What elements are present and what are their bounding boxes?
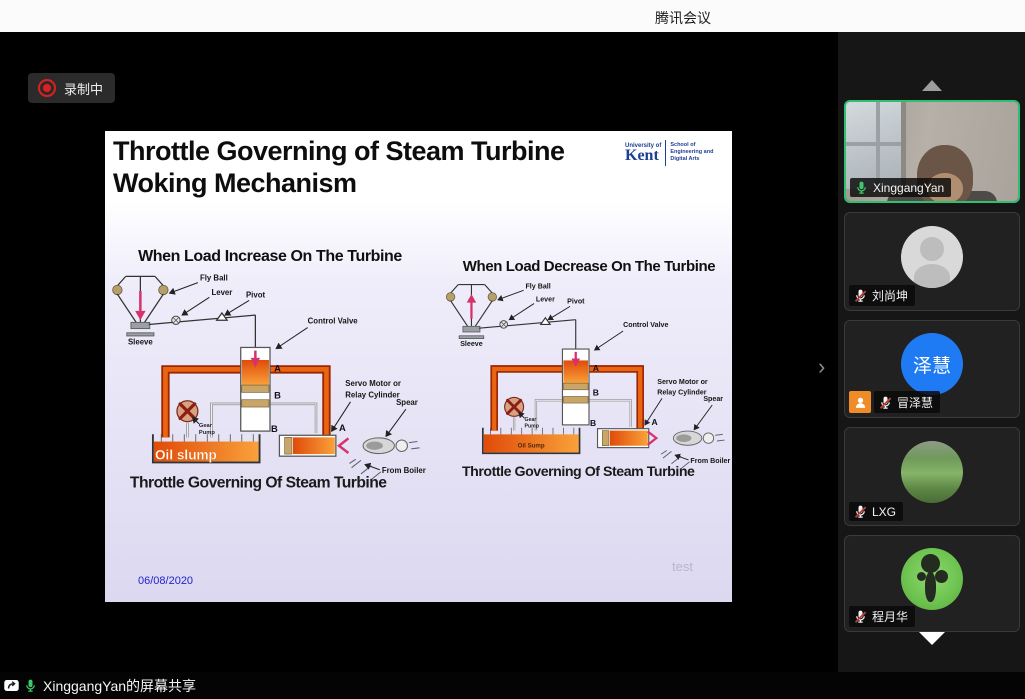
share-status-bar: XinggangYan的屏幕共享 (0, 672, 1025, 699)
svg-text:Relay Cylinder: Relay Cylinder (345, 391, 399, 400)
avatar (901, 548, 963, 610)
svg-text:A: A (339, 422, 346, 433)
steam-turbine-diagram: Sleeve Fly Ball Lever Pivot Control Valv… (443, 277, 732, 482)
screen-share-stage: 录制中 Throttle Governing of Steam Turbine … (0, 32, 838, 672)
participant-name: 冒泽慧 (897, 394, 933, 411)
svg-text:Sleeve: Sleeve (128, 337, 153, 346)
svg-text:Throttle Governing Of Steam Tu: Throttle Governing Of Steam Turbine (462, 464, 695, 480)
steam-turbine-diagram: Sleeve Fly Ball Lever Pivot Control Valv… (109, 268, 431, 494)
participant-name: LXG (872, 505, 896, 519)
diagram-load-decrease: When Load Decrease On The Turbine Sleeve… (443, 258, 732, 482)
slide-watermark: test (672, 559, 693, 574)
diagram-heading: When Load Increase On The Turbine (109, 248, 431, 266)
share-status-text: XinggangYan的屏幕共享 (43, 676, 196, 696)
svg-text:Servo Motor or: Servo Motor or (345, 379, 401, 388)
svg-text:A: A (274, 362, 281, 373)
mic-muted-icon (853, 609, 868, 624)
recording-label: 录制中 (64, 79, 103, 98)
svg-text:Spear: Spear (703, 395, 723, 403)
svg-text:Gear: Gear (199, 423, 213, 429)
svg-text:Spear: Spear (396, 398, 418, 407)
diagram-figure: Sleeve Fly Ball Lever Pivot Control Valv… (443, 277, 732, 482)
participants-sidebar: XinggangYan 刘尚坤 泽慧 冒泽慧 LXG (838, 32, 1025, 672)
participant-tile[interactable]: 泽慧 冒泽慧 (844, 320, 1020, 418)
avatar (901, 226, 963, 288)
mic-on-icon (854, 180, 869, 195)
participant-tile[interactable]: LXG (844, 427, 1020, 526)
slide-title-line2: Woking Mechanism (113, 167, 565, 199)
svg-text:Servo Motor or: Servo Motor or (657, 378, 708, 386)
svg-text:Pivot: Pivot (246, 290, 266, 299)
participant-tile[interactable]: 刘尚坤 (844, 212, 1020, 311)
record-icon (38, 79, 56, 97)
svg-text:Lever: Lever (211, 288, 232, 297)
participant-tile[interactable]: 程月华 (844, 535, 1020, 632)
mic-muted-icon (878, 395, 893, 410)
participant-list: XinggangYan 刘尚坤 泽慧 冒泽慧 LXG (844, 100, 1020, 632)
screen-share-icon (3, 677, 20, 694)
svg-text:Pivot: Pivot (567, 298, 585, 306)
diagram-figure: Sleeve Fly Ball Lever Pivot Control Valv… (109, 268, 431, 494)
mic-on-icon (23, 678, 38, 693)
svg-text:B: B (593, 387, 599, 397)
svg-text:Throttle Governing Of Steam Tu: Throttle Governing Of Steam Turbine (130, 475, 387, 492)
svg-text:Lever: Lever (536, 296, 555, 304)
svg-text:Fly Ball: Fly Ball (200, 274, 228, 283)
participant-name: 程月华 (872, 608, 908, 625)
svg-text:Control Valve: Control Valve (308, 316, 359, 325)
slide-title-line1: Throttle Governing of Steam Turbine (113, 135, 565, 167)
svg-text:B: B (271, 423, 278, 434)
member-badge-icon (849, 391, 871, 413)
svg-text:Oil slump: Oil slump (155, 447, 217, 462)
mic-muted-icon (853, 288, 868, 303)
svg-text:Relay Cylinder: Relay Cylinder (657, 389, 707, 397)
slide-date: 06/08/2020 (138, 575, 193, 587)
window-title: 腾讯会议 (655, 8, 711, 28)
svg-text:Gear: Gear (525, 417, 537, 423)
svg-text:B: B (590, 418, 596, 428)
scroll-down-arrow-icon[interactable] (919, 632, 945, 645)
scroll-up-arrow-icon[interactable] (922, 80, 942, 91)
window-in-video (846, 102, 906, 189)
svg-text:From Boiler: From Boiler (690, 457, 730, 465)
diagram-load-increase: When Load Increase On The Turbine Sleeve… (109, 248, 431, 494)
svg-text:From Boiler: From Boiler (382, 466, 426, 475)
logo-kent: Kent (625, 149, 659, 163)
recording-indicator[interactable]: 录制中 (28, 73, 115, 103)
participant-name: 刘尚坤 (872, 287, 908, 304)
mic-muted-icon (853, 504, 868, 519)
svg-text:A: A (652, 417, 658, 427)
svg-text:Oil Sump: Oil Sump (518, 443, 545, 450)
svg-text:Control Valve: Control Valve (623, 321, 668, 329)
university-of-kent-logo: University of Kent School of Engineering… (623, 135, 729, 170)
svg-text:B: B (274, 390, 281, 401)
avatar: 泽慧 (901, 333, 963, 395)
slide-title: Throttle Governing of Steam Turbine Woki… (113, 135, 565, 199)
shared-slide: Throttle Governing of Steam Turbine Woki… (105, 131, 732, 602)
svg-text:Sleeve: Sleeve (460, 340, 483, 348)
avatar (901, 441, 963, 503)
logo-school-text: School of Engineering and Digital Arts (670, 142, 716, 163)
sidebar-collapse-chevron[interactable]: › (818, 356, 825, 378)
diagram-heading: When Load Decrease On The Turbine (443, 258, 732, 275)
svg-text:Fly Ball: Fly Ball (525, 282, 550, 290)
participant-name: XinggangYan (873, 181, 944, 195)
participant-tile[interactable]: XinggangYan (844, 100, 1020, 203)
svg-text:A: A (593, 363, 599, 373)
window-title-bar: 腾讯会议 (0, 0, 1025, 32)
